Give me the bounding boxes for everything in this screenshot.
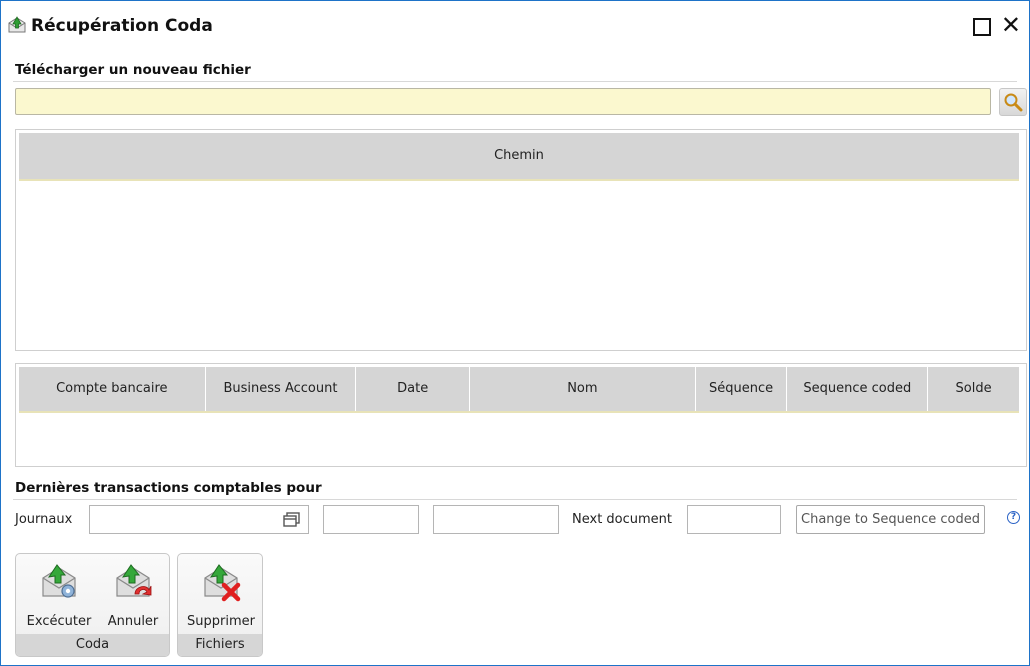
journaux-field[interactable] (89, 505, 309, 534)
help-icon[interactable]: ? (1007, 511, 1020, 524)
files-grid: Chemin (15, 129, 1027, 351)
coda-app-icon (8, 16, 26, 33)
transactions-section-divider (13, 499, 1017, 500)
search-icon (1004, 93, 1023, 112)
upload-file-input[interactable] (15, 88, 991, 115)
column-header-nom[interactable]: Nom (470, 367, 696, 411)
journaux-lookup-icon[interactable] (282, 510, 302, 530)
window-title: Récupération Coda (31, 16, 213, 36)
column-header-sequence-coded[interactable]: Sequence coded (787, 367, 929, 411)
delete-button[interactable]: Supprimer (182, 562, 260, 634)
column-header-sequence[interactable]: Séquence (696, 367, 788, 411)
cancel-envelope-icon (116, 564, 152, 597)
journal-description-field[interactable] (433, 505, 559, 534)
execute-button[interactable]: Excécuter (22, 562, 96, 634)
delete-button-label: Supprimer (187, 614, 255, 629)
browse-file-button[interactable] (999, 88, 1027, 116)
next-document-label: Next document (572, 512, 673, 527)
cancel-button-label: Annuler (107, 614, 159, 629)
ribbon-group-coda-label: Coda (16, 634, 169, 656)
files-grid-header: Chemin (19, 133, 1019, 181)
ribbon-group-coda: Excécuter Annuler Coda (15, 553, 170, 657)
coda-grid-header: Compte bancaire Business Account Date No… (19, 367, 1019, 413)
delete-envelope-icon (204, 564, 241, 602)
execute-envelope-icon (42, 564, 76, 598)
title-bar: Récupération Coda ✕ (7, 7, 1023, 41)
change-to-sequence-coded-button[interactable]: Change to Sequence coded (796, 505, 985, 534)
coda-window: Récupération Coda ✕ Télécharger un nouve… (0, 0, 1030, 666)
transactions-section-label: Dernières transactions comptables pour (15, 480, 322, 496)
journaux-label: Journaux (15, 512, 73, 527)
ribbon-group-fichiers-label: Fichiers (178, 634, 262, 656)
upload-section-label: Télécharger un nouveau fichier (15, 62, 251, 78)
coda-grid: Compte bancaire Business Account Date No… (15, 363, 1027, 467)
column-header-solde[interactable]: Solde (928, 367, 1019, 411)
upload-section-divider (13, 81, 1017, 82)
column-header-business-account[interactable]: Business Account (206, 367, 357, 411)
column-header-date[interactable]: Date (356, 367, 471, 411)
ribbon-group-fichiers: Supprimer Fichiers (177, 553, 263, 657)
next-document-field[interactable] (687, 505, 781, 534)
close-button[interactable]: ✕ (1001, 11, 1021, 39)
journal-code-field[interactable] (323, 505, 419, 534)
cancel-button[interactable]: Annuler (100, 562, 166, 634)
column-header-chemin[interactable]: Chemin (19, 133, 1019, 179)
column-header-compte-bancaire[interactable]: Compte bancaire (19, 367, 206, 411)
maximize-button[interactable] (973, 18, 991, 36)
execute-button-label: Excécuter (26, 614, 92, 629)
